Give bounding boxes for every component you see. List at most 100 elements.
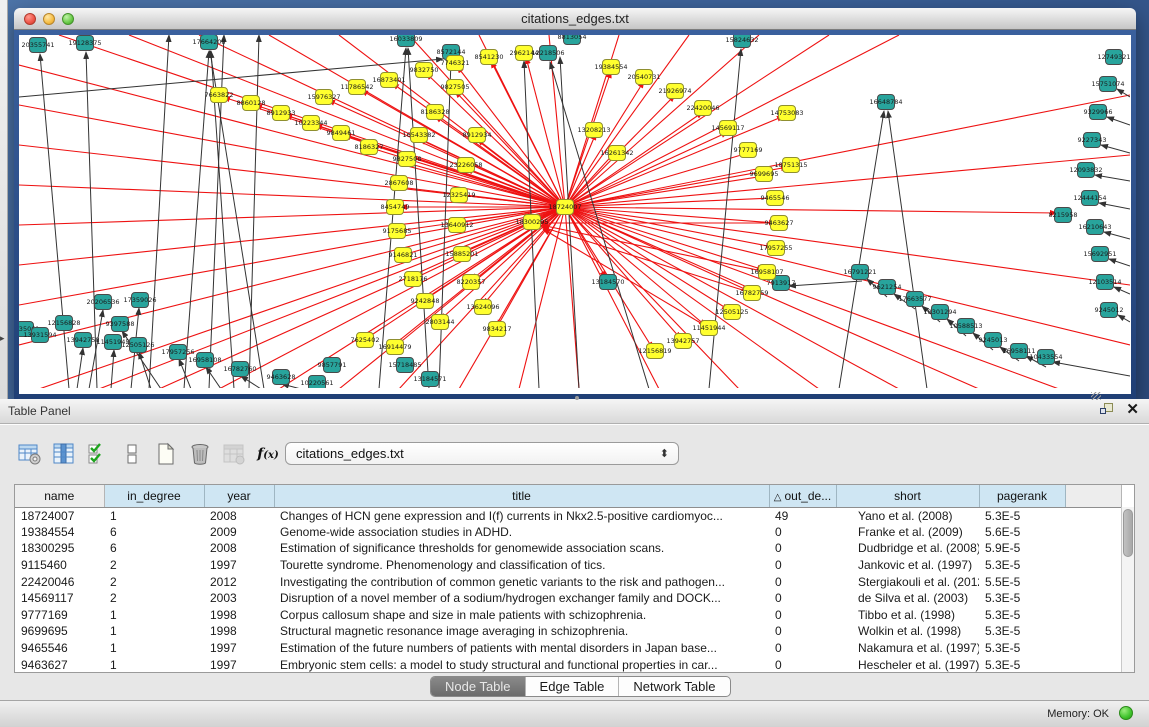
graph-node[interactable]: 2803144 [426, 315, 455, 330]
graph-node[interactable]: 11451944 [692, 321, 725, 336]
graph-node[interactable]: 9827505 [441, 80, 470, 95]
unselect-all-button[interactable] [116, 438, 148, 470]
table-cell[interactable]: Stergiakouli et al. (2012) [836, 573, 979, 590]
tab-edge-table[interactable]: Edge Table [526, 677, 620, 696]
table-cell[interactable]: 1998 [204, 623, 274, 640]
network-canvas[interactable]: 2035574119128375176642081603380985721448… [19, 35, 1131, 394]
graph-node[interactable]: 15824632 [725, 35, 758, 48]
graph-node[interactable]: 8215958 [1049, 208, 1078, 223]
table-cell[interactable]: 9465546 [15, 640, 104, 657]
table-cell[interactable]: 5.9E-5 [979, 540, 1065, 557]
graph-edge[interactable] [206, 367, 221, 388]
table-row[interactable]: 1872400712008Changes of HCN gene express… [15, 507, 1121, 524]
graph-node[interactable]: 17359026 [123, 293, 156, 308]
table-cell[interactable]: 18724007 [15, 507, 104, 524]
graph-node[interactable]: 10588513 [949, 319, 982, 334]
graph-node[interactable]: 9834217 [483, 322, 512, 337]
graph-node[interactable]: 15885201 [445, 247, 478, 262]
graph-node[interactable]: 12749321 [1097, 50, 1130, 65]
graph-node[interactable]: 16782759 [735, 286, 768, 301]
table-cell[interactable]: 0 [769, 557, 836, 574]
select-all-button[interactable] [82, 438, 114, 470]
graph-edge[interactable] [249, 35, 259, 388]
delete-columns-button[interactable] [184, 438, 216, 470]
table-cell[interactable]: 5.3E-5 [979, 623, 1065, 640]
graph-node[interactable]: 15751074 [1091, 77, 1124, 92]
table-cell[interactable]: Changes of HCN gene expression and I(f) … [274, 507, 769, 524]
table-panel-header[interactable]: Table Panel ✕ [0, 399, 1149, 424]
table-cell[interactable]: Estimation of significance thresholds fo… [274, 540, 769, 557]
graph-node[interactable]: 8912934 [463, 128, 492, 143]
graph-node[interactable]: 13624096 [466, 300, 499, 315]
graph-edge[interactable] [1104, 232, 1130, 239]
table-row[interactable]: 2242004622012Investigating the contribut… [15, 573, 1121, 590]
graph-edge[interactable] [89, 310, 103, 388]
graph-edge[interactable] [1101, 145, 1130, 153]
graph-node[interactable]: 8912933 [267, 106, 296, 121]
table-cell[interactable]: Disruption of a novel member of a sodium… [274, 590, 769, 607]
table-cell[interactable]: 2 [104, 590, 204, 607]
table-cell[interactable]: 5.3E-5 [979, 590, 1065, 607]
table-row[interactable]: 1456911722003Disruption of a novel membe… [15, 590, 1121, 607]
graph-node[interactable]: 9832750 [410, 63, 439, 78]
graph-node[interactable]: 18301294 [923, 305, 956, 320]
graph-node[interactable]: 12156828 [47, 316, 80, 331]
delete-table-button[interactable] [218, 438, 250, 470]
table-cell[interactable]: 5.3E-5 [979, 656, 1065, 673]
graph-node[interactable]: 17663577 [898, 292, 931, 307]
graph-node[interactable]: 17957255 [759, 241, 792, 256]
table-cell[interactable]: 5.3E-5 [979, 607, 1065, 624]
graph-edge[interactable] [839, 111, 884, 388]
table-cell[interactable]: 5.3E-5 [979, 507, 1065, 524]
table-cell[interactable]: 2008 [204, 540, 274, 557]
float-panel-icon[interactable] [1100, 403, 1114, 417]
table-cell[interactable]: 0 [769, 623, 836, 640]
table-cell[interactable]: Investigating the contribution of common… [274, 573, 769, 590]
graph-node[interactable]: 12505125 [715, 305, 748, 320]
table-row[interactable]: 946554611997Estimation of the future num… [15, 640, 1121, 657]
table-cell[interactable]: 2009 [204, 524, 274, 541]
graph-node[interactable]: 10223344 [294, 116, 327, 131]
table-cell[interactable]: 0 [769, 656, 836, 673]
table-header-row[interactable]: namein_degreeyeartitle△out_de...shortpag… [15, 485, 1121, 507]
graph-node[interactable]: 9245013 [979, 333, 1008, 348]
graph-edge[interactable] [408, 48, 429, 388]
graph-node[interactable]: 14753083 [770, 106, 803, 121]
table-cell[interactable]: Tourette syndrome. Phenomenology and cla… [274, 557, 769, 574]
graph-edge[interactable] [379, 48, 406, 388]
graph-edge[interactable] [77, 348, 83, 388]
graph-node[interactable]: 8220357 [457, 275, 486, 290]
table-cell[interactable]: Structural magnetic resonance image aver… [274, 623, 769, 640]
column-header-in_degree[interactable]: in_degree [104, 485, 204, 507]
table-cell[interactable]: 1997 [204, 557, 274, 574]
table-cell[interactable]: Franke et al. (2009) [836, 524, 979, 541]
graph-node[interactable]: 19384554 [594, 60, 627, 75]
table-row[interactable]: 1830029562008Estimation of significance … [15, 540, 1121, 557]
graph-edge[interactable] [19, 185, 565, 207]
table-cell[interactable]: 1998 [204, 607, 274, 624]
graph-node[interactable]: 8186327 [355, 140, 384, 155]
network-window-titlebar[interactable]: citations_edges.txt [14, 8, 1136, 30]
table-cell[interactable]: 14569117 [15, 590, 104, 607]
table-row[interactable]: 946362711997Embryonic stem cells: a mode… [15, 656, 1121, 673]
graph-node[interactable]: 21926974 [658, 84, 691, 99]
table-row[interactable]: 911546021997Tourette syndrome. Phenomeno… [15, 557, 1121, 574]
graph-node[interactable]: 16914479 [378, 340, 411, 355]
table-cell[interactable]: Yano et al. (2008) [836, 507, 979, 524]
column-header-year[interactable]: year [204, 485, 274, 507]
graph-edge[interactable] [789, 281, 862, 286]
tab-network-table[interactable]: Network Table [619, 677, 729, 696]
table-cell[interactable]: Estimation of the future numbers of pati… [274, 640, 769, 657]
table-cell[interactable]: 49 [769, 507, 836, 524]
function-builder-button[interactable]: f(x) [252, 438, 284, 470]
graph-node[interactable]: 9463628 [267, 370, 296, 385]
graph-node[interactable]: 13184570 [591, 275, 624, 290]
graph-node[interactable]: 13208213 [577, 123, 610, 138]
graph-edge[interactable] [1095, 175, 1130, 181]
column-header-out_de[interactable]: △out_de... [769, 485, 836, 507]
table-cell[interactable]: 6 [104, 540, 204, 557]
graph-edge[interactable] [565, 81, 644, 207]
graph-node[interactable]: 16873401 [372, 73, 405, 88]
column-header-title[interactable]: title [274, 485, 769, 507]
table-cell[interactable]: 0 [769, 590, 836, 607]
